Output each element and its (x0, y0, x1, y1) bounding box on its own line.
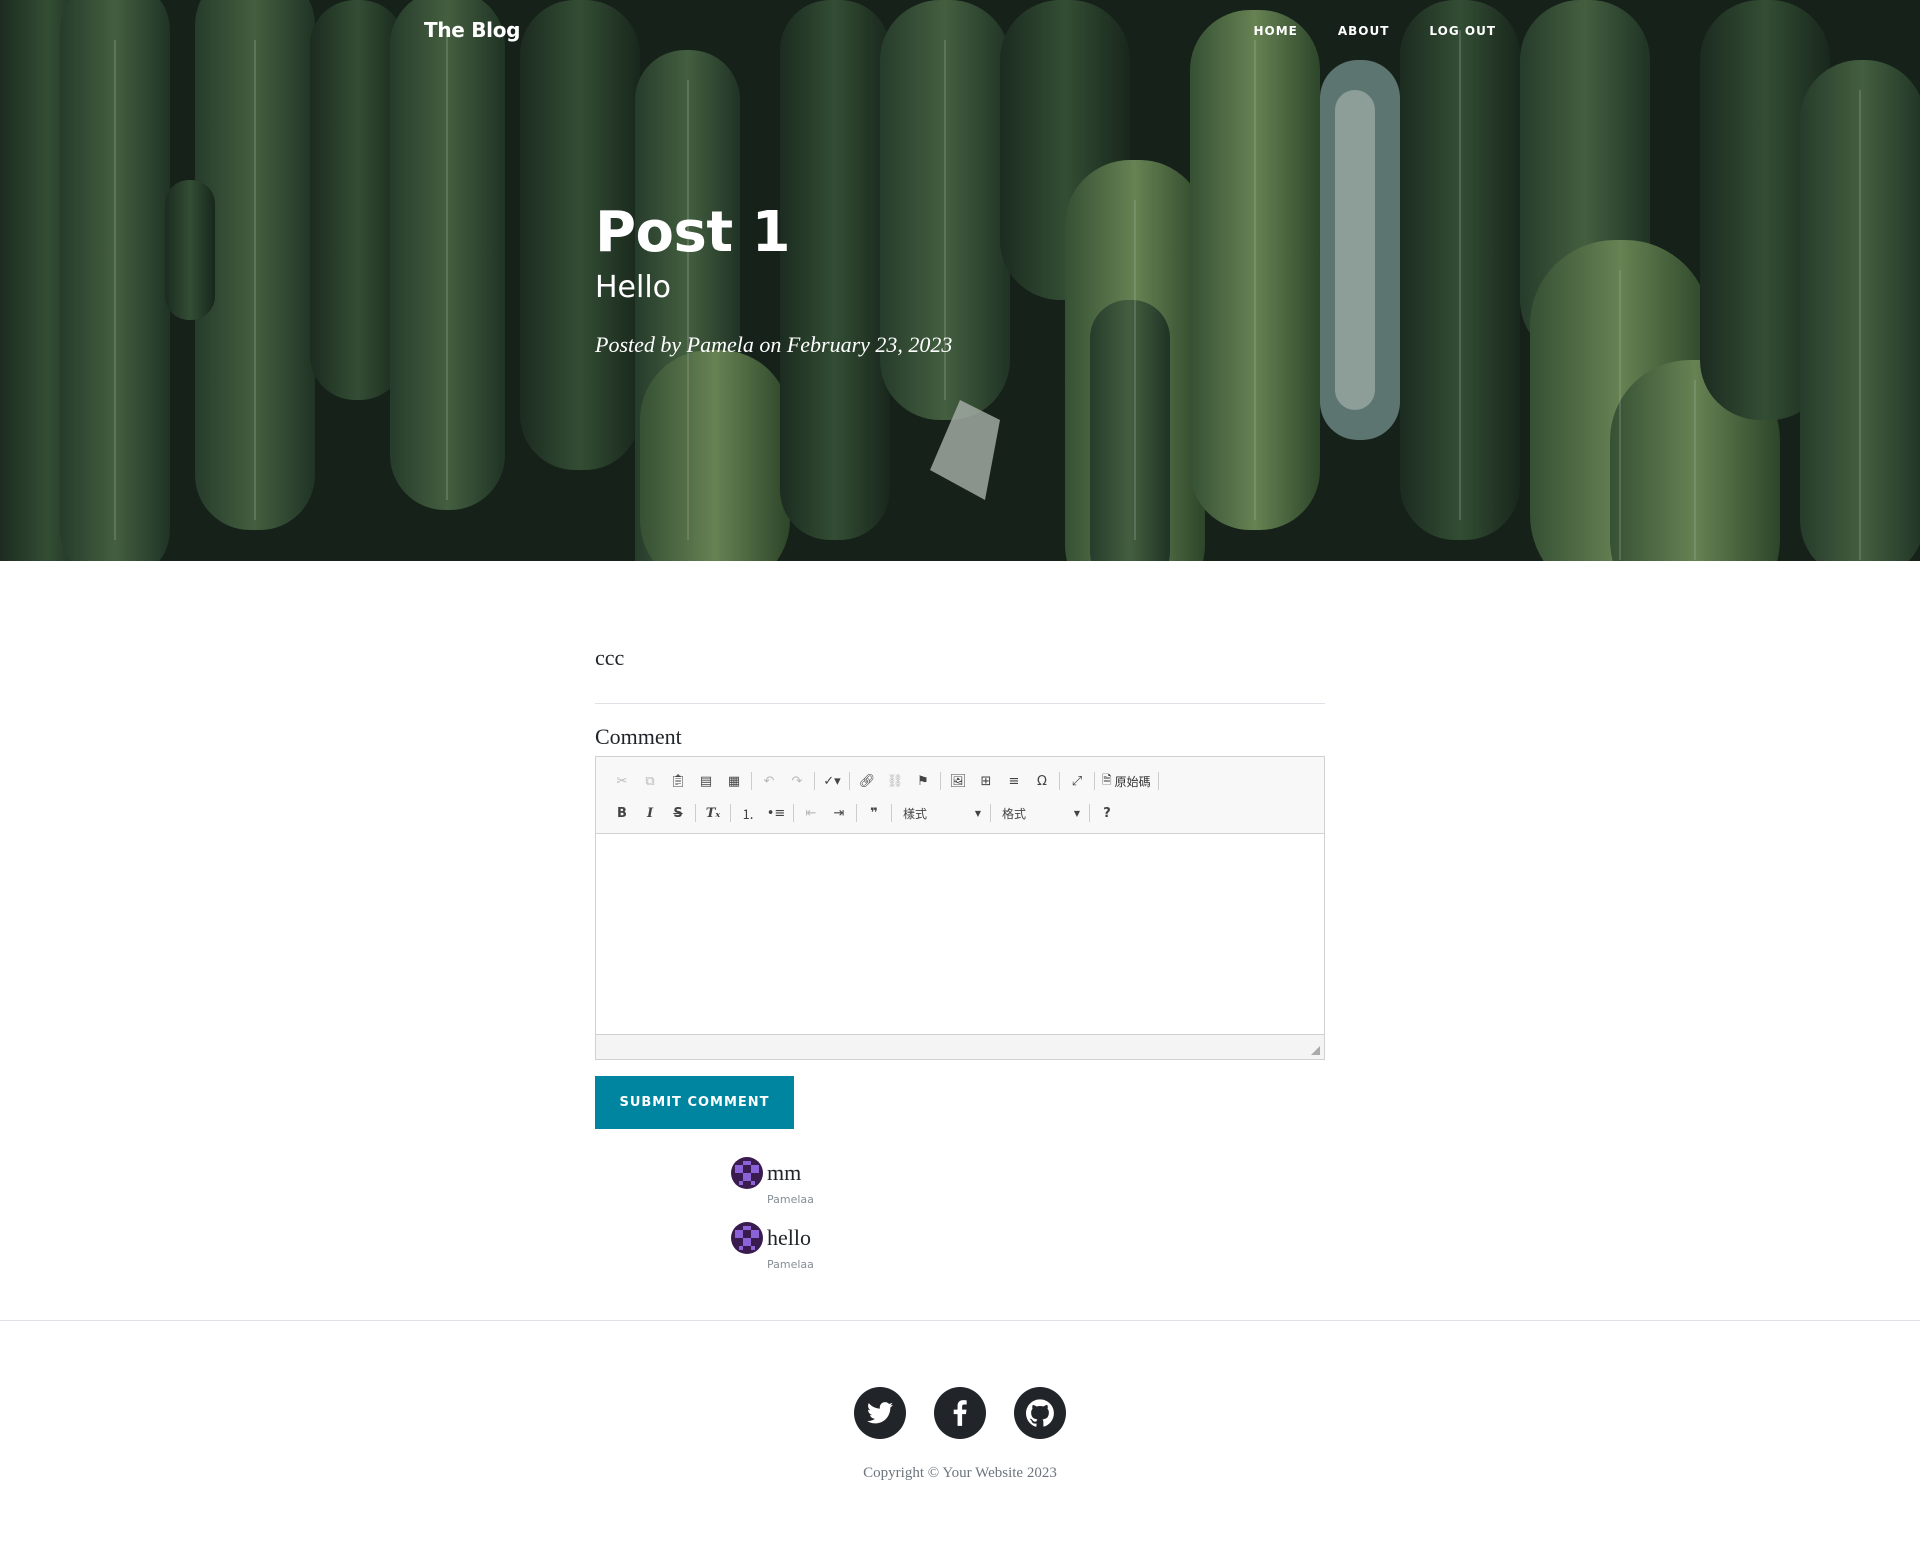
header-overlay (0, 0, 1920, 561)
italic-icon[interactable]: I (636, 800, 664, 826)
comment-author: Pamelaa (767, 1258, 814, 1271)
source-icon: 🗎︎ (1102, 772, 1112, 787)
format-dropdown[interactable]: 格式 ▼ (996, 800, 1086, 826)
divider (595, 703, 1325, 704)
toolbar-separator (730, 804, 731, 822)
toolbar-separator (1157, 772, 1159, 790)
identicon-avatar-image (731, 1222, 763, 1254)
blockquote-icon[interactable]: ❞ (860, 800, 888, 826)
facebook-icon (953, 1400, 967, 1426)
comment-author: Pamelaa (767, 1193, 814, 1206)
bold-icon[interactable]: B (608, 800, 636, 826)
table-icon[interactable]: ⊞ (972, 768, 1000, 794)
redo-icon[interactable]: ↷ (783, 768, 811, 794)
nav-home-link[interactable]: HOME (1253, 24, 1297, 38)
comment-item: hello Pamelaa (731, 1222, 1325, 1271)
github-icon (1026, 1399, 1054, 1427)
footer: Copyright © Your Website 2023 (0, 1320, 1920, 1482)
image-icon[interactable]: 🖼︎ (944, 768, 972, 794)
numbered-list-icon[interactable]: ⒈ (734, 800, 762, 826)
navbar: The Blog HOME ABOUT LOG OUT (0, 0, 1920, 66)
chevron-down-icon: ▼ (974, 808, 981, 818)
horizontal-rule-icon[interactable]: ≡ (1000, 768, 1028, 794)
nav-links: HOME ABOUT LOG OUT (1253, 24, 1496, 38)
toolbar-separator (856, 804, 857, 822)
toolbar-separator (814, 772, 815, 790)
remove-format-icon[interactable]: Tₓ (699, 800, 727, 826)
source-label: 原始碼 (1114, 774, 1151, 789)
rich-text-editor: ✂ ⧉ 📋︎ ▤ ▦ ↶ ↷ ✓▾ 🔗︎ ⛓ ⚑ 🖼︎ ⊞ ≡ Ω ⤢ 🗎︎ 原… (595, 756, 1325, 1060)
chevron-down-icon: ▼ (1073, 808, 1080, 818)
comment-item: mm Pamelaa (731, 1157, 1325, 1206)
indent-icon[interactable]: ⇥ (825, 800, 853, 826)
toolbar-separator (1089, 804, 1090, 822)
spellcheck-icon[interactable]: ✓▾ (818, 768, 846, 794)
avatar (731, 1157, 763, 1189)
editor-status-bar (596, 1035, 1324, 1059)
strike-icon[interactable]: S (664, 800, 692, 826)
comment-label: Comment (595, 724, 682, 749)
resize-handle-icon[interactable] (1311, 1046, 1320, 1055)
post-body: ccc (595, 645, 625, 670)
post-heading: Post 1 Hello Posted by Pamela on Februar… (595, 198, 952, 358)
copyright-text: Copyright © Your Website 2023 (863, 1465, 1057, 1481)
source-button[interactable]: 🗎︎ 原始碼 (1098, 768, 1155, 794)
post-subtitle: Hello (595, 270, 672, 305)
toolbar-separator (1059, 772, 1060, 790)
bulleted-list-icon[interactable]: •≡ (762, 800, 790, 826)
paste-text-icon[interactable]: ▤ (692, 768, 720, 794)
avatar (731, 1222, 763, 1254)
toolbar-separator (940, 772, 941, 790)
toolbar-separator (891, 804, 892, 822)
paste-icon[interactable]: 📋︎ (664, 768, 692, 794)
special-char-icon[interactable]: Ω (1028, 768, 1056, 794)
github-link[interactable] (1014, 1387, 1066, 1439)
twitter-icon (867, 1402, 893, 1424)
copy-icon[interactable]: ⧉ (636, 768, 664, 794)
submit-comment-button[interactable]: SUBMIT COMMENT (595, 1076, 794, 1129)
editor-toolbar: ✂ ⧉ 📋︎ ▤ ▦ ↶ ↷ ✓▾ 🔗︎ ⛓ ⚑ 🖼︎ ⊞ ≡ Ω ⤢ 🗎︎ 原… (596, 757, 1324, 834)
styles-dropdown[interactable]: 樣式 ▼ (897, 800, 987, 826)
facebook-link[interactable] (934, 1387, 986, 1439)
comment-list: mm Pamelaa hello Pamelaa (731, 1157, 1325, 1271)
outdent-icon[interactable]: ⇤ (797, 800, 825, 826)
toolbar-separator (990, 804, 991, 822)
toolbar-separator (849, 772, 850, 790)
unlink-icon[interactable]: ⛓ (881, 768, 909, 794)
toolbar-separator (695, 804, 696, 822)
social-links (0, 1387, 1920, 1439)
nav-logout-link[interactable]: LOG OUT (1429, 24, 1496, 38)
toolbar-separator (793, 804, 794, 822)
identicon-avatar-image (731, 1157, 763, 1189)
article: ccc Comment ✂ ⧉ 📋︎ ▤ ▦ ↶ ↷ ✓▾ 🔗︎ ⛓ ⚑ 🖼︎ (595, 561, 1325, 1287)
format-dropdown-label: 格式 (1002, 806, 1027, 821)
paste-word-icon[interactable]: ▦ (720, 768, 748, 794)
comment-text: mm (767, 1160, 802, 1185)
comment-editor-area[interactable] (596, 834, 1324, 1035)
twitter-link[interactable] (854, 1387, 906, 1439)
maximize-icon[interactable]: ⤢ (1063, 768, 1091, 794)
comment-text: hello (767, 1225, 811, 1250)
toolbar-separator (751, 772, 752, 790)
toolbar-row-2: B I S Tₓ ⒈ •≡ ⇤ ⇥ ❞ 樣式 ▼ 格式 ▼ ? (608, 797, 1314, 829)
brand-link[interactable]: The Blog (424, 18, 520, 42)
help-icon[interactable]: ? (1093, 800, 1121, 826)
post-title: Post 1 (595, 200, 791, 265)
post-meta: Posted by Pamela on February 23, 2023 (595, 332, 953, 357)
undo-icon[interactable]: ↶ (755, 768, 783, 794)
toolbar-separator (1094, 772, 1095, 790)
toolbar-row-1: ✂ ⧉ 📋︎ ▤ ▦ ↶ ↷ ✓▾ 🔗︎ ⛓ ⚑ 🖼︎ ⊞ ≡ Ω ⤢ 🗎︎ 原… (608, 765, 1314, 797)
styles-dropdown-label: 樣式 (903, 806, 928, 821)
link-icon[interactable]: 🔗︎ (853, 768, 881, 794)
masthead: The Blog HOME ABOUT LOG OUT Post 1 Hello… (0, 0, 1920, 561)
nav-about-link[interactable]: ABOUT (1338, 24, 1390, 38)
anchor-flag-icon[interactable]: ⚑ (909, 768, 937, 794)
cut-icon[interactable]: ✂ (608, 768, 636, 794)
